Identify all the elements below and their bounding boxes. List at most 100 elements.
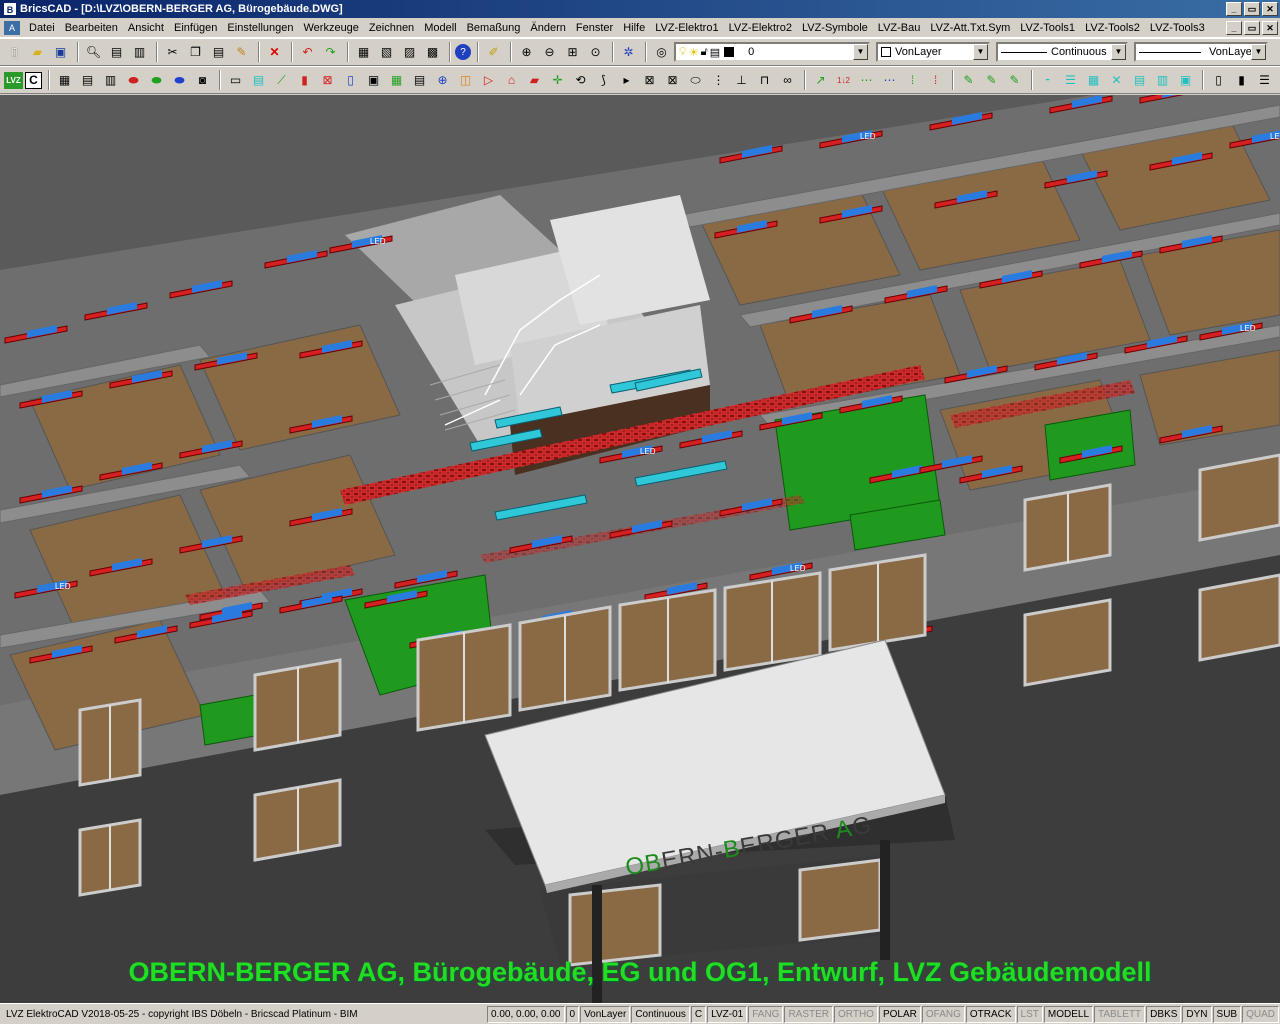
cyan-panel-icon[interactable]: ▤ xyxy=(248,70,269,91)
doc-restore-button[interactable]: ▭ xyxy=(1244,21,1260,35)
toggle-quad[interactable]: QUAD xyxy=(1242,1005,1279,1023)
status-coordinates[interactable]: 0.00, 0.00, 0.00 xyxy=(486,1005,565,1023)
chevron-down-icon[interactable]: ▼ xyxy=(1251,44,1266,60)
copy-icon[interactable]: ❐ xyxy=(185,42,206,63)
cut-icon[interactable]: ✂ xyxy=(162,42,183,63)
cyan-table-icon[interactable]: ▤ xyxy=(1129,70,1150,91)
rectangle-icon[interactable]: ▭ xyxy=(225,70,246,91)
green-dots-icon[interactable]: ⋯ xyxy=(856,70,877,91)
red-dots-icon[interactable]: ⁞ xyxy=(925,70,946,91)
window-icon[interactable]: ▣ xyxy=(363,70,384,91)
minimize-button[interactable]: _ xyxy=(1226,2,1242,16)
menu-zeichnen[interactable]: Zeichnen xyxy=(364,22,419,34)
blue-lamp-icon[interactable]: ⬬ xyxy=(169,70,190,91)
menu-bearbeiten[interactable]: Bearbeiten xyxy=(60,22,123,34)
cyan-list-icon[interactable]: ☰ xyxy=(1060,70,1081,91)
toggle-modell[interactable]: MODELL xyxy=(1043,1005,1094,1023)
match-properties-icon[interactable]: ✎ xyxy=(231,42,252,63)
menu-bemassung[interactable]: Bemaßung xyxy=(462,22,526,34)
block-icon[interactable]: ▧ xyxy=(376,42,397,63)
green-pen-icon[interactable]: ✎ xyxy=(958,70,979,91)
green-grid-icon[interactable]: ▦ xyxy=(386,70,407,91)
layer-manager-icon[interactable]: ◎ xyxy=(651,42,672,63)
menu-lvz-tools1[interactable]: LVZ-Tools1 xyxy=(1015,22,1080,34)
tag-icon[interactable]: ⬭ xyxy=(685,70,706,91)
toggle-fang[interactable]: FANG xyxy=(748,1005,784,1023)
chevron-down-icon[interactable]: ▼ xyxy=(1111,44,1126,60)
menu-modell[interactable]: Modell xyxy=(419,22,461,34)
model-viewport[interactable]: LED LED LED LED LED LED LED xyxy=(0,95,1280,1003)
menu-lvz-att-txt-sym[interactable]: LVZ-Att.Txt.Sym xyxy=(925,22,1015,34)
tower-icon[interactable]: ⊓ xyxy=(754,70,775,91)
green-pen2-icon[interactable]: ✎ xyxy=(981,70,1002,91)
blue-door-icon[interactable]: ▯ xyxy=(340,70,361,91)
zoom-window-icon[interactable]: ⊞ xyxy=(562,42,583,63)
sheets-icon[interactable]: ▮ xyxy=(1231,70,1252,91)
status-layer[interactable]: 0 xyxy=(565,1005,580,1023)
green-stair-icon[interactable]: ↗ xyxy=(810,70,831,91)
zoom-out-icon[interactable]: ⊖ xyxy=(539,42,560,63)
menu-lvz-bau[interactable]: LVZ-Bau xyxy=(873,22,926,34)
arrow-icon[interactable]: ▸ xyxy=(616,70,637,91)
red-play-icon[interactable]: ▷ xyxy=(478,70,499,91)
orange-square-icon[interactable]: ◫ xyxy=(455,70,476,91)
toggle-ortho[interactable]: ORTHO xyxy=(834,1005,878,1023)
green-matrix-icon[interactable]: ⁞ xyxy=(902,70,923,91)
delete-icon[interactable]: ✕ xyxy=(264,42,285,63)
redo-icon[interactable]: ↷ xyxy=(320,42,341,63)
toggle-otrack[interactable]: OTRACK xyxy=(965,1005,1016,1023)
close-button[interactable]: ✕ xyxy=(1262,2,1278,16)
grid-icon[interactable]: ▥ xyxy=(100,70,121,91)
blue-circle-icon[interactable]: ⊕ xyxy=(432,70,453,91)
toggle-raster[interactable]: RASTER xyxy=(784,1005,834,1023)
toggle-lst[interactable]: LST xyxy=(1016,1005,1043,1023)
menu-datei[interactable]: Datei xyxy=(24,22,60,34)
menu-einfuegen[interactable]: Einfügen xyxy=(169,22,222,34)
new-icon[interactable]: ▯ xyxy=(4,42,25,63)
pole-icon[interactable]: ⊥ xyxy=(731,70,752,91)
green-tool-icon[interactable]: ⟋ xyxy=(271,70,292,91)
box-x-icon[interactable]: ⊠ xyxy=(662,70,683,91)
menu-einstellungen[interactable]: Einstellungen xyxy=(222,22,298,34)
save-icon[interactable]: ▣ xyxy=(50,42,71,63)
green-lamp-icon[interactable]: ⬬ xyxy=(146,70,167,91)
cyan-hatch-icon[interactable]: ▥ xyxy=(1152,70,1173,91)
menu-lvz-elektro1[interactable]: LVZ-Elektro1 xyxy=(650,22,723,34)
toggle-tablett[interactable]: TABLETT xyxy=(1094,1005,1146,1023)
menu-lvz-tools2[interactable]: LVZ-Tools2 xyxy=(1080,22,1145,34)
chevron-down-icon[interactable]: ▼ xyxy=(853,44,868,60)
toggle-sub[interactable]: SUB xyxy=(1212,1005,1242,1023)
number-12-icon[interactable]: 1↓2 xyxy=(833,70,854,91)
table-icon[interactable]: ▦ xyxy=(54,70,75,91)
print-icon[interactable]: ▤ xyxy=(106,42,127,63)
color-combo[interactable]: VonLayer ▼ xyxy=(876,42,990,62)
pan-icon[interactable]: ✐ xyxy=(483,42,504,63)
c-button[interactable]: C xyxy=(25,71,42,89)
menu-fenster[interactable]: Fenster xyxy=(571,22,618,34)
paste-icon[interactable]: ▤ xyxy=(208,42,229,63)
status-style[interactable]: LVZ-01 xyxy=(707,1005,748,1023)
table-edit-icon[interactable]: ▤ xyxy=(77,70,98,91)
cyan-x-icon[interactable]: ✕ xyxy=(1106,70,1127,91)
chevron-down-icon[interactable]: ▼ xyxy=(973,44,988,60)
lvz-logo-button[interactable]: LVZ xyxy=(4,71,23,89)
sheet-icon[interactable]: ▯ xyxy=(1208,70,1229,91)
rotate-icon[interactable]: ⟲ xyxy=(570,70,591,91)
panel-icon[interactable]: ▤ xyxy=(409,70,430,91)
document-icon[interactable]: A xyxy=(4,20,20,35)
status-linetype[interactable]: Continuous xyxy=(631,1005,690,1023)
menu-lvz-elektro2[interactable]: LVZ-Elektro2 xyxy=(724,22,797,34)
menu-werkzeuge[interactable]: Werkzeuge xyxy=(298,22,363,34)
doc-list-icon[interactable]: ☰ xyxy=(1254,70,1275,91)
design-center-icon[interactable]: ▨ xyxy=(399,42,420,63)
toggle-polar[interactable]: POLAR xyxy=(878,1005,921,1023)
bricscad-app-icon[interactable]: B xyxy=(3,2,17,16)
help-icon[interactable]: ? xyxy=(455,44,471,60)
red-alarm-icon[interactable]: ▮ xyxy=(294,70,315,91)
toggle-dyn[interactable]: DYN xyxy=(1182,1005,1212,1023)
blue-dots-icon[interactable]: ⋯ xyxy=(879,70,900,91)
menu-lvz-symbole[interactable]: LVZ-Symbole xyxy=(797,22,873,34)
red-lamp-icon[interactable]: ⬬ xyxy=(123,70,144,91)
green-cross-icon[interactable]: ✛ xyxy=(547,70,568,91)
print-preview-icon[interactable]: 🔍︎ xyxy=(83,42,104,63)
